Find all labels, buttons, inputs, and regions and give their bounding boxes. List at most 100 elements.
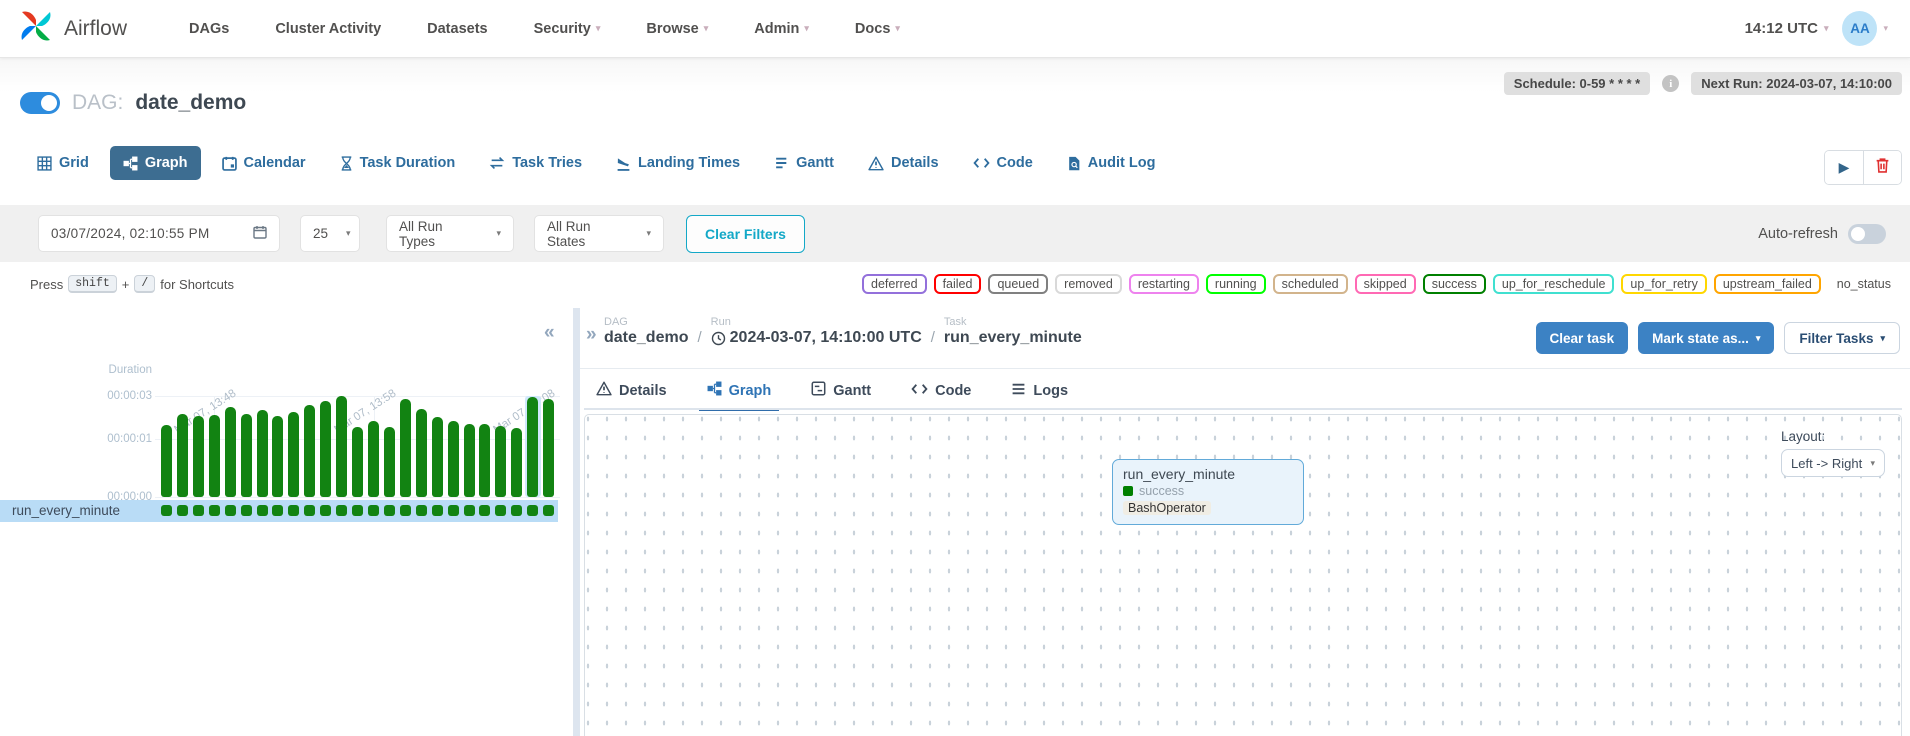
duration-bar[interactable] [336,396,347,497]
legend-queued[interactable]: queued [988,274,1048,294]
base-date-input[interactable]: 03/07/2024, 02:10:55 PM [38,215,280,252]
task-instance-square[interactable] [209,505,220,516]
collapse-panel-icon[interactable]: « [544,322,555,344]
legend-no_status[interactable]: no_status [1828,274,1900,294]
run-types-select[interactable]: All Run Types ▾ [386,215,514,252]
trigger-dag-button[interactable]: ▶ [1825,151,1863,184]
duration-bar[interactable] [209,415,220,497]
duration-bar[interactable] [257,410,268,497]
utc-clock-menu[interactable]: 14:12 UTC ▾ [1745,20,1829,37]
page-size-select[interactable]: 25 ▾ [300,215,360,252]
dag-pause-toggle[interactable] [20,92,60,114]
user-menu[interactable]: AA ▾ [1842,11,1888,46]
nav-item-docs[interactable]: Docs▾ [855,21,900,37]
tab-task-tries[interactable]: Task Tries [476,146,595,180]
duration-bar[interactable] [352,427,363,497]
crumb-task-value[interactable]: run_every_minute [944,329,1082,347]
task-instance-square[interactable] [288,505,299,516]
task-instance-square[interactable] [416,505,427,516]
task-instance-square[interactable] [495,505,506,516]
duration-bar[interactable] [241,414,252,497]
detail-tab-logs[interactable]: Logs [1009,372,1070,409]
duration-bar[interactable] [272,416,283,497]
duration-bar[interactable] [304,405,315,497]
delete-dag-button[interactable] [1863,151,1901,184]
detail-tab-graph[interactable]: Graph [705,372,774,409]
duration-bar[interactable] [193,416,204,497]
task-instance-square[interactable] [352,505,363,516]
mark-state-button[interactable]: Mark state as... ▾ [1638,322,1774,354]
task-node-run-every-minute[interactable]: run_every_minute success BashOperator [1112,459,1304,525]
task-instance-square[interactable] [257,505,268,516]
duration-bar[interactable] [384,427,395,497]
nav-item-security[interactable]: Security▾ [534,21,601,37]
auto-refresh-toggle[interactable] [1848,224,1886,244]
legend-up_for_retry[interactable]: up_for_retry [1621,274,1706,294]
panel-divider[interactable] [573,308,580,736]
task-instance-square[interactable] [304,505,315,516]
duration-bar[interactable] [527,397,538,497]
legend-success[interactable]: success [1423,274,1486,294]
task-instance-square[interactable] [241,505,252,516]
duration-bar[interactable] [464,424,475,497]
legend-running[interactable]: running [1206,274,1266,294]
task-instance-square[interactable] [511,505,522,516]
task-instance-square[interactable] [448,505,459,516]
task-instance-square[interactable] [272,505,283,516]
filter-tasks-button[interactable]: Filter Tasks ▾ [1784,322,1900,354]
tab-task-duration[interactable]: Task Duration [327,146,469,180]
task-instance-square[interactable] [320,505,331,516]
tab-gantt[interactable]: Gantt [761,146,847,180]
detail-tab-gantt[interactable]: Gantt [809,372,873,409]
detail-tab-code[interactable]: Code [909,372,973,409]
clear-task-button[interactable]: Clear task [1536,322,1629,354]
detail-tab-details[interactable]: Details [594,372,669,409]
duration-bar[interactable] [511,428,522,497]
layout-select[interactable]: Left -> Right ▾ [1781,449,1885,477]
legend-failed[interactable]: failed [934,274,982,294]
tab-landing-times[interactable]: Landing Times [603,146,753,180]
duration-bar[interactable] [543,399,554,497]
duration-bar[interactable] [368,421,379,497]
expand-panel-icon[interactable]: » [586,324,597,346]
clear-filters-button[interactable]: Clear Filters [686,215,805,253]
crumb-run-value[interactable]: 2024-03-07, 14:10:00 UTC [711,329,922,347]
duration-bar[interactable] [495,426,506,497]
tab-audit-log[interactable]: Audit Log [1054,146,1169,180]
duration-bar[interactable] [225,407,236,497]
run-states-select[interactable]: All Run States ▾ [534,215,664,252]
nav-item-datasets[interactable]: Datasets [427,21,487,37]
task-instance-square[interactable] [479,505,490,516]
airflow-logo[interactable]: Airflow [16,6,127,51]
crumb-dag-value[interactable]: date_demo [604,329,688,347]
legend-up_for_reschedule[interactable]: up_for_reschedule [1493,274,1615,294]
duration-bar[interactable] [448,421,459,497]
task-instance-square[interactable] [177,505,188,516]
duration-bar[interactable] [416,409,427,497]
graph-canvas[interactable]: run_every_minute success BashOperator La… [584,414,1902,736]
task-instance-square[interactable] [193,505,204,516]
legend-upstream_failed[interactable]: upstream_failed [1714,274,1821,294]
duration-bar[interactable] [320,401,331,497]
nav-item-dags[interactable]: DAGs [189,21,229,37]
task-instance-square[interactable] [336,505,347,516]
duration-bar[interactable] [177,414,188,497]
duration-bar[interactable] [161,425,172,497]
duration-bar[interactable] [288,412,299,497]
task-instance-square[interactable] [432,505,443,516]
task-instance-square[interactable] [384,505,395,516]
task-row-label[interactable]: run_every_minute [12,503,120,518]
info-icon[interactable]: i [1662,75,1679,92]
task-instance-square[interactable] [543,505,554,516]
legend-deferred[interactable]: deferred [862,274,927,294]
tab-grid[interactable]: Grid [24,146,102,180]
tab-graph[interactable]: Graph [110,146,201,180]
legend-restarting[interactable]: restarting [1129,274,1199,294]
tab-details[interactable]: Details [855,146,952,180]
duration-bar[interactable] [432,417,443,497]
legend-skipped[interactable]: skipped [1355,274,1416,294]
nav-item-cluster-activity[interactable]: Cluster Activity [275,21,381,37]
task-instance-square[interactable] [464,505,475,516]
task-instance-square[interactable] [225,505,236,516]
tab-calendar[interactable]: Calendar [209,146,319,180]
